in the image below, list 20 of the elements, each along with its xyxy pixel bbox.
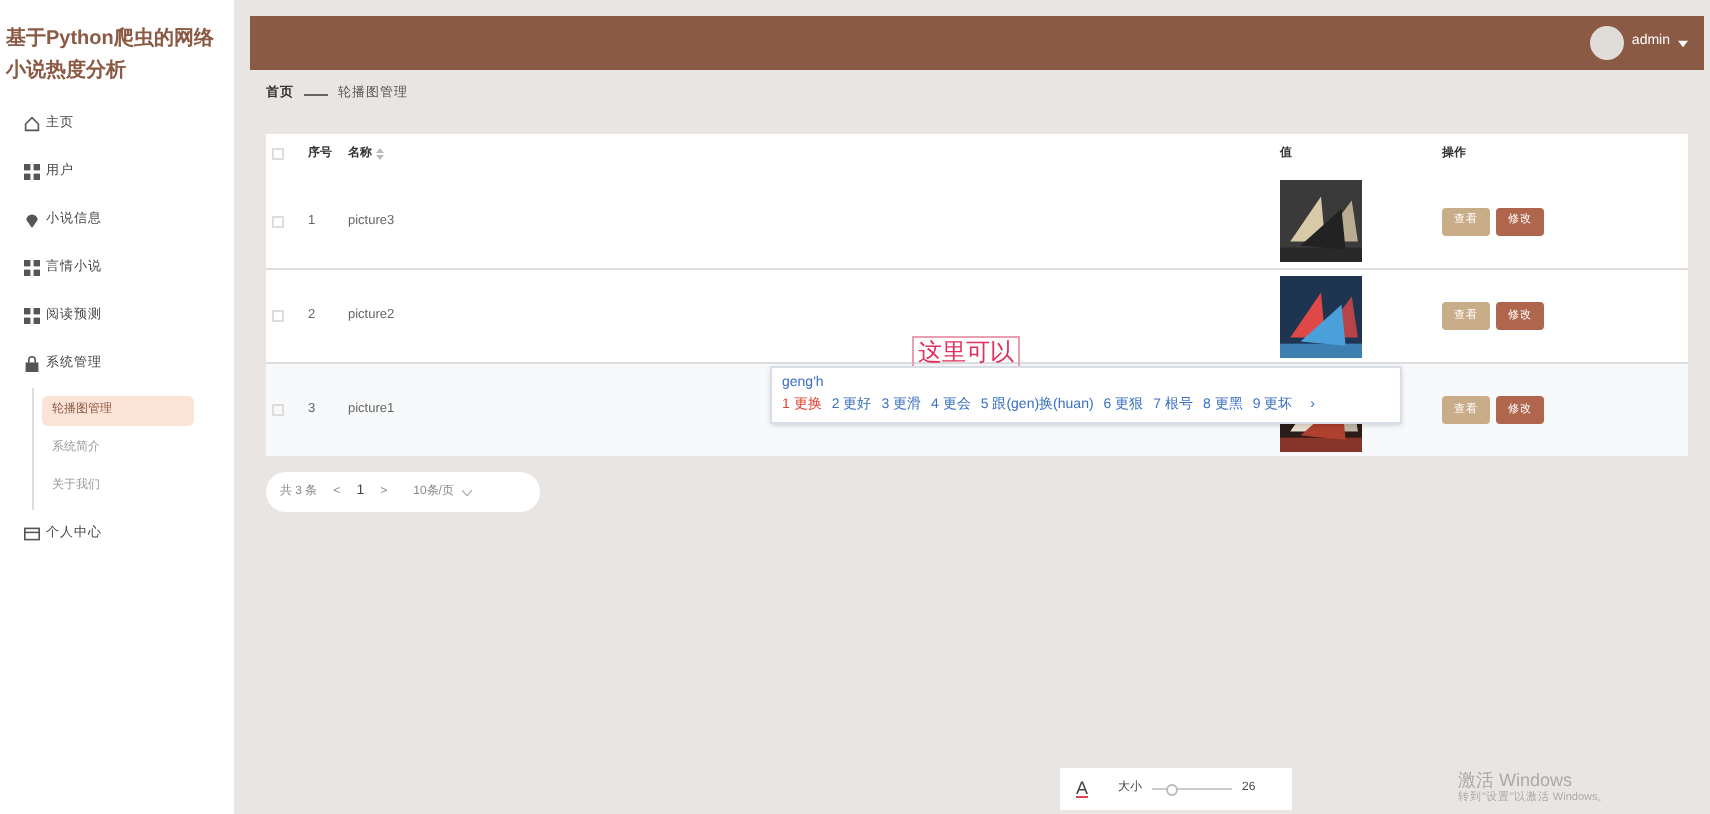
size-slider[interactable] bbox=[1152, 783, 1233, 795]
sort-icon[interactable] bbox=[376, 148, 384, 160]
row-checkbox[interactable] bbox=[272, 310, 284, 322]
home-icon bbox=[24, 116, 40, 132]
grid-icon bbox=[24, 260, 40, 276]
card-icon bbox=[24, 526, 40, 542]
grid-icon bbox=[24, 308, 40, 324]
avatar[interactable] bbox=[1589, 26, 1624, 60]
slider-thumb[interactable] bbox=[1166, 783, 1179, 795]
caret-icon bbox=[1678, 39, 1688, 47]
chevron-down-icon bbox=[461, 489, 472, 495]
activation-title: 激活 Windows bbox=[1458, 770, 1575, 790]
row-checkbox[interactable] bbox=[272, 404, 284, 416]
font-color-button[interactable]: A bbox=[1076, 775, 1089, 803]
grid-icon bbox=[24, 164, 40, 180]
pin-icon bbox=[24, 212, 40, 228]
app-title: 基于Python爬虫的网络小说热度分析 bbox=[3, 25, 216, 86]
lock-icon bbox=[24, 356, 40, 372]
select-all-checkbox[interactable] bbox=[272, 148, 284, 160]
row-checkbox[interactable] bbox=[272, 215, 284, 227]
